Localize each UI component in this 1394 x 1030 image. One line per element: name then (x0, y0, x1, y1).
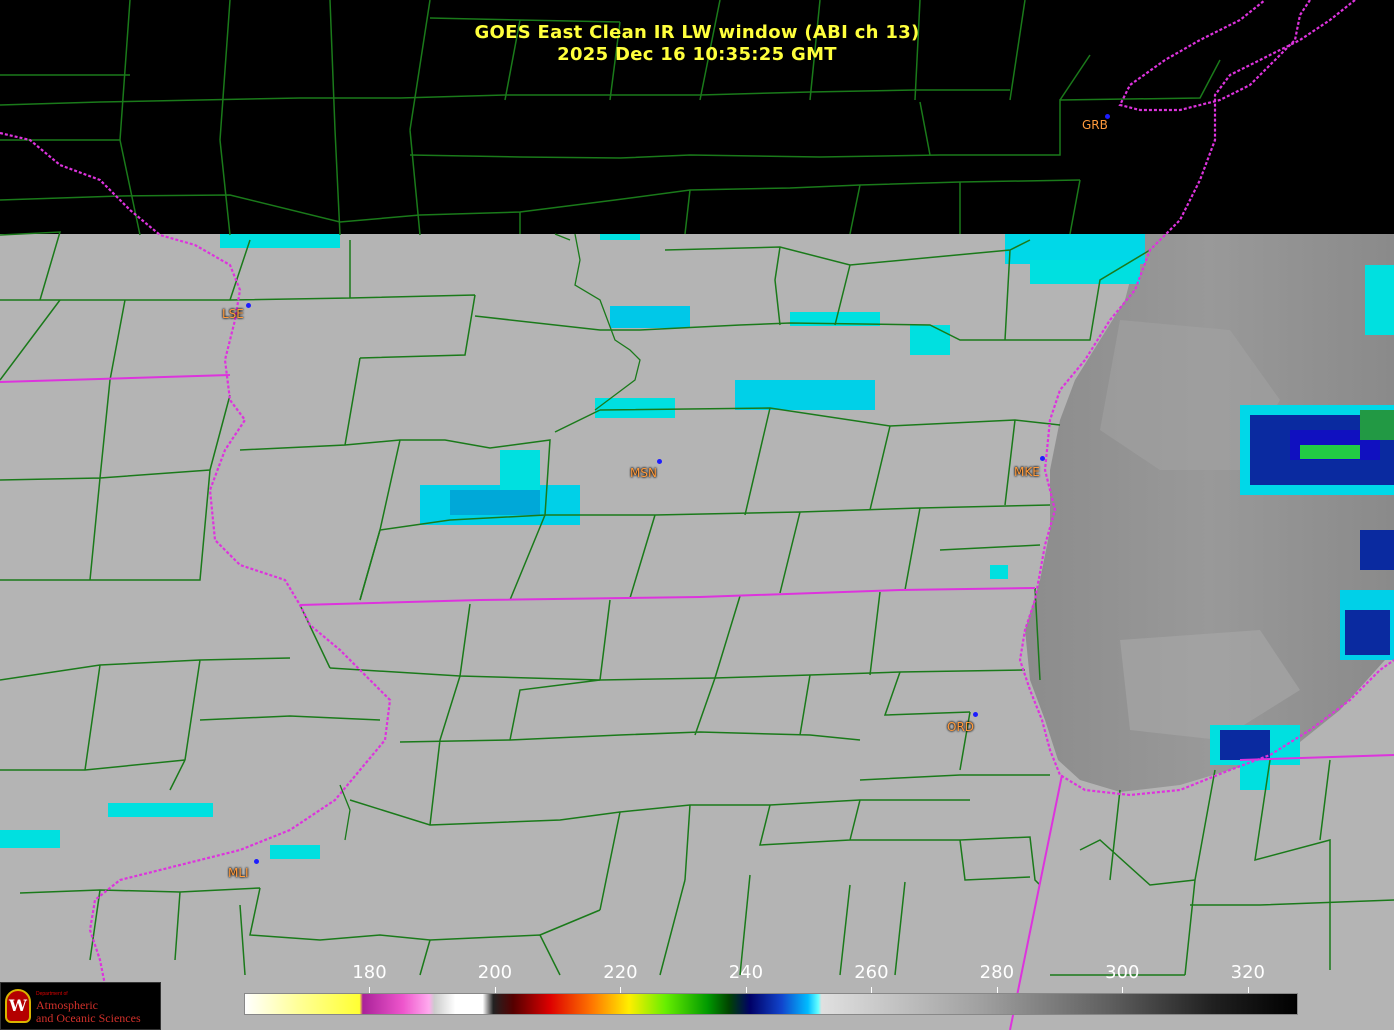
map-title: GOES East Clean IR LW window (ABI ch 13) (474, 22, 920, 43)
station-marker-lse (246, 303, 251, 308)
colorbar-tick-mark (1247, 987, 1249, 993)
station-label-mli: MLI (228, 866, 249, 880)
station-marker-ord (973, 712, 978, 717)
colorbar-tick-mark (1122, 987, 1124, 993)
satellite-map (0, 0, 1394, 1030)
station-marker-msn (657, 459, 662, 464)
station-label-msn: MSN (630, 466, 657, 480)
colorbar-tick-label: 180 (352, 962, 387, 983)
colorbar-tick-label: 220 (603, 962, 638, 983)
colorbar-tick-label: 260 (854, 962, 889, 983)
colorbar-tick-mark (871, 987, 873, 993)
colorbar-tick-label: 320 (1230, 962, 1265, 983)
colorbar-tick-mark (620, 987, 622, 993)
satellite-image-viewer: { "title": { "line1": "GOES East Clean I… (0, 0, 1394, 1030)
station-label-mke: MKE (1014, 465, 1040, 479)
station-marker-mke (1040, 456, 1045, 461)
aos-logo: W Department of Atmospheric and Oceanic … (0, 982, 161, 1030)
station-label-ord: ORD (947, 720, 975, 734)
colorbar-tick-label: 280 (979, 962, 1015, 983)
colorbar-tick-label: 240 (728, 962, 764, 983)
colorbar-tick-label: 300 (1105, 962, 1140, 983)
station-label-grb: GRB (1082, 118, 1108, 132)
colorbar-tick-mark (369, 987, 371, 993)
station-label-lse: LSE (222, 307, 244, 321)
map-timestamp: 2025 Dec 16 10:35:25 GMT (557, 44, 837, 65)
colorbar-tick-mark (494, 987, 496, 993)
colorbar-tick-mark (745, 987, 747, 993)
colorbar-tick-mark (996, 987, 998, 993)
logo-line-2: and Oceanic Sciences (36, 1011, 141, 1025)
uw-shield-icon: W (5, 989, 31, 1023)
station-marker-mli (254, 859, 259, 864)
colorbar-tick-label: 200 (477, 962, 513, 983)
temperature-colorbar (244, 993, 1298, 1015)
logo-dept-text: Department of (36, 991, 68, 997)
